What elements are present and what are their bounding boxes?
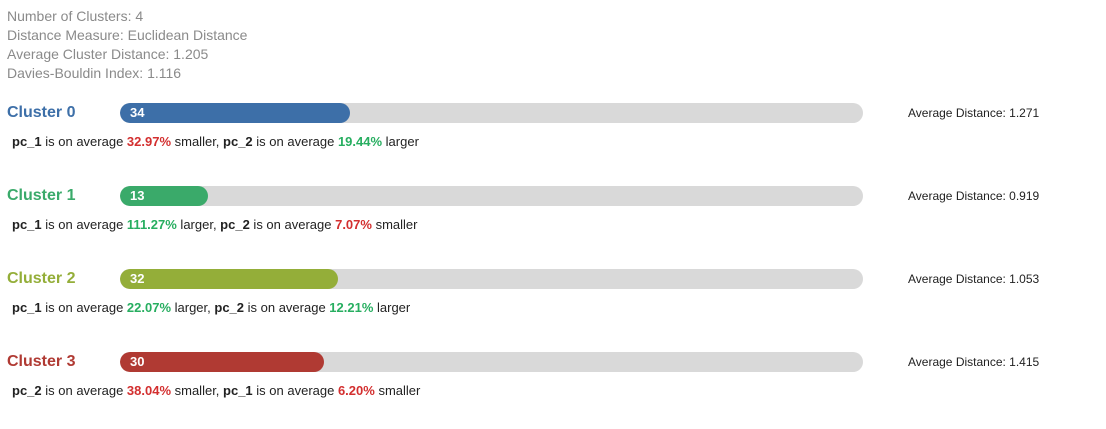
description-text: is on average — [41, 300, 127, 315]
cluster-row: Cluster 1 13 Average Distance: 0.919 pc_… — [0, 186, 1106, 256]
number-of-clusters: Number of Clusters: 4 — [7, 8, 144, 24]
cluster-name: Cluster 0 — [7, 104, 76, 121]
attribute-name: pc_2 — [223, 134, 253, 149]
davies-bouldin-index: Davies-Bouldin Index: 1.116 — [7, 65, 182, 81]
description-text: is on average — [41, 134, 127, 149]
cluster-description: pc_1 is on average 22.07% larger, pc_2 i… — [12, 299, 410, 317]
description-text: larger — [382, 134, 419, 149]
attribute-name: pc_1 — [12, 300, 42, 315]
cluster-size-bar-fill — [120, 352, 324, 372]
cluster-size-label: 13 — [130, 188, 145, 203]
cluster-average-distance: Average Distance: 0.919 — [908, 189, 1040, 203]
cluster-average-distance: Average Distance: 1.053 — [908, 272, 1040, 286]
description-text: smaller — [374, 383, 421, 398]
description-text: larger — [373, 300, 411, 315]
percent-smaller: 38.04% — [126, 383, 172, 398]
attribute-name: pc_1 — [223, 383, 253, 398]
attribute-name: pc_2 — [220, 217, 250, 232]
cluster-size-bar-fill — [120, 103, 350, 123]
cluster-average-distance: Average Distance: 1.415 — [908, 355, 1040, 369]
description-text: is on average — [244, 300, 330, 315]
cluster-description: pc_1 is on average 32.97% smaller, pc_2 … — [12, 133, 419, 151]
cluster-size-bar: 30 — [120, 352, 863, 372]
distance-measure: Distance Measure: Euclidean Distance — [7, 27, 248, 43]
percent-larger: 22.07% — [126, 300, 172, 315]
percent-smaller: 7.07% — [335, 217, 372, 232]
description-text: smaller, — [171, 134, 224, 149]
description-text: larger, — [171, 300, 215, 315]
description-text: smaller — [371, 217, 418, 232]
cluster-average-distance: Average Distance: 1.271 — [908, 106, 1040, 120]
cluster-size-bar-fill — [120, 269, 338, 289]
cluster-name: Cluster 3 — [7, 353, 76, 370]
description-text: is on average — [41, 217, 127, 232]
percent-smaller: 6.20% — [337, 383, 375, 398]
description-text: larger, — [176, 217, 221, 232]
cluster-row: Cluster 0 34 Average Distance: 1.271 pc_… — [0, 103, 1106, 173]
cluster-row: Cluster 3 30 Average Distance: 1.415 pc_… — [0, 352, 1106, 422]
percent-larger: 12.21% — [329, 300, 374, 315]
cluster-size-label: 34 — [130, 105, 145, 120]
average-cluster-distance: Average Cluster Distance: 1.205 — [7, 46, 209, 62]
attribute-name: pc_1 — [12, 217, 42, 232]
cluster-name: Cluster 2 — [7, 270, 76, 287]
cluster-size-bar: 34 — [120, 103, 863, 123]
cluster-summary: Number of Clusters: 4 Distance Measure: … — [7, 7, 247, 83]
attribute-name: pc_1 — [12, 134, 42, 149]
cluster-size-bar: 13 — [120, 186, 863, 206]
cluster-name: Cluster 1 — [7, 187, 76, 204]
cluster-row: Cluster 2 32 Average Distance: 1.053 pc_… — [0, 269, 1106, 339]
attribute-name: pc_2 — [12, 383, 42, 398]
description-text: is on average — [252, 383, 338, 398]
description-text: is on average — [41, 383, 127, 398]
description-text: is on average — [252, 134, 338, 149]
description-text: smaller, — [171, 383, 224, 398]
percent-larger: 19.44% — [337, 134, 383, 149]
attribute-name: pc_2 — [214, 300, 245, 315]
cluster-size-label: 30 — [130, 354, 145, 369]
cluster-description: pc_1 is on average 111.27% larger, pc_2 … — [12, 216, 417, 234]
cluster-size-label: 32 — [130, 271, 145, 286]
description-text: is on average — [249, 217, 336, 232]
cluster-description: pc_2 is on average 38.04% smaller, pc_1 … — [12, 382, 420, 400]
percent-smaller: 32.97% — [126, 134, 172, 149]
cluster-size-bar: 32 — [120, 269, 863, 289]
percent-larger: 111.27% — [126, 217, 177, 232]
